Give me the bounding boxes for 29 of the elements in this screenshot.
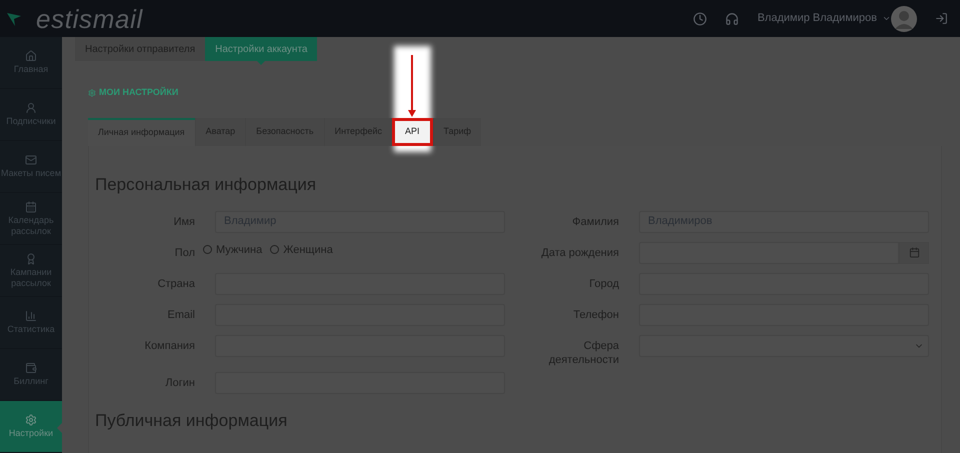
home-icon [25,50,37,62]
settings-icon [25,414,37,426]
pointer-icon [257,61,266,65]
radio-button[interactable] [270,245,280,254]
pointer-icon [57,423,62,433]
select-field[interactable] [639,334,929,356]
logo-icon [6,10,22,26]
calendar-icon [908,247,920,258]
arrow-icon [408,54,416,116]
sidebar-label: Настройки [8,428,54,439]
logout-icon[interactable] [935,12,948,25]
badge-icon [25,252,37,264]
headset-icon[interactable] [725,12,740,26]
calendar-button[interactable] [899,242,929,264]
wallet-icon [25,362,37,374]
tab[interactable]: API [392,118,433,146]
logo-text: estismail [36,6,143,32]
envelope-icon [25,154,37,166]
sidebar-item[interactable]: Настройки [0,401,62,453]
section-title: МОИ НАСТРОЙКИ [99,86,178,99]
clock-icon[interactable] [693,12,708,26]
radio-button[interactable] [203,245,212,254]
chevron-down-icon[interactable] [882,14,891,23]
calendar-icon [25,200,37,212]
settings-icon [88,88,96,97]
avatar[interactable] [891,6,917,32]
bar-chart-icon [25,310,37,322]
user-icon [25,102,37,114]
user-name[interactable]: Владимир Владимиров [757,10,877,27]
